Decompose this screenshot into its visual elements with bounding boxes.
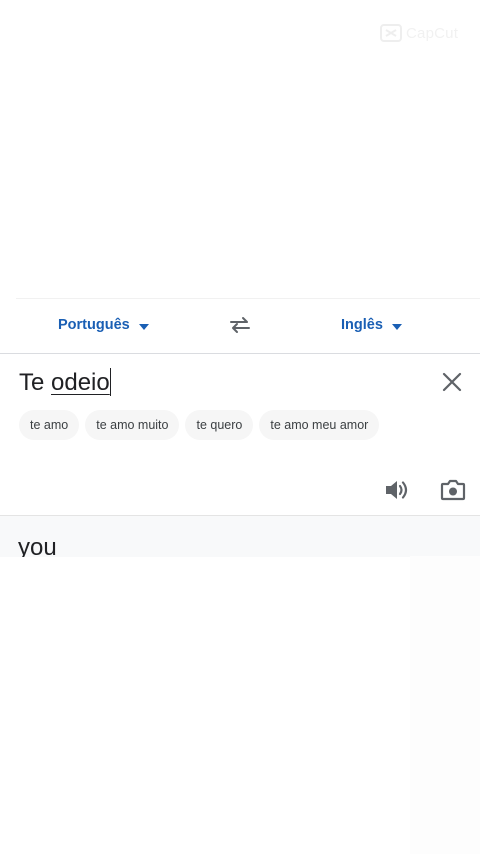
suggestion-chips: te amo te amo muito te quero te amo meu …: [19, 410, 380, 440]
target-language-selector[interactable]: Inglês: [341, 299, 402, 351]
suggestion-chip[interactable]: te amo muito: [85, 410, 180, 440]
capcut-logo-icon: [380, 24, 402, 42]
text-cursor: [109, 368, 111, 396]
suggestion-chip[interactable]: te amo meu amor: [259, 410, 380, 440]
input-text-plain: Te: [19, 369, 52, 396]
target-language-label: Inglês: [341, 317, 383, 333]
translation-result-area: you: [0, 515, 480, 557]
source-language-label: Português: [58, 317, 130, 333]
source-language-selector[interactable]: Português: [58, 299, 149, 351]
watermark-text: CapCut: [406, 24, 459, 42]
camera-icon[interactable]: [440, 478, 466, 502]
language-bar: Português Inglês: [16, 298, 480, 353]
caret-down-icon: [391, 323, 402, 330]
source-input-area[interactable]: Te odeio te amo te amo muito te quero te…: [0, 353, 480, 516]
swap-arrows-icon[interactable]: [228, 313, 252, 337]
capcut-watermark: CapCut: [380, 22, 472, 44]
speaker-icon[interactable]: [384, 478, 410, 502]
caret-down-icon: [138, 323, 149, 330]
background-panel: [410, 556, 480, 854]
translation-result-text: you: [18, 534, 57, 557]
source-text-input[interactable]: Te odeio: [19, 368, 111, 397]
suggestion-chip[interactable]: te amo: [19, 410, 80, 440]
close-icon[interactable]: [441, 371, 463, 393]
suggestion-chip[interactable]: te quero: [185, 410, 254, 440]
input-text-underlined: odeio: [51, 369, 110, 396]
